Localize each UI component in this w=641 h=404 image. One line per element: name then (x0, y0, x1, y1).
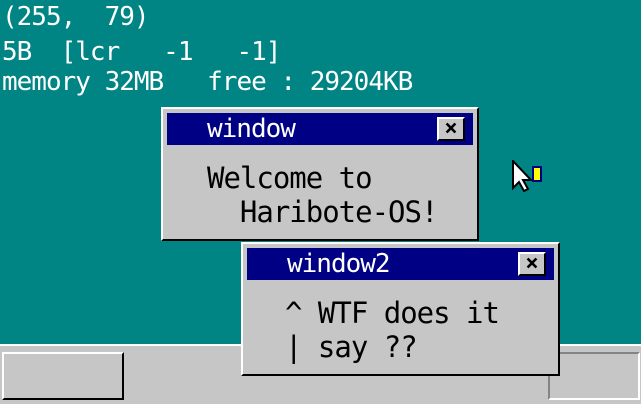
window-1-titlebar[interactable]: window × (167, 113, 473, 145)
window-1-line-2: Haribote-OS! (207, 195, 439, 229)
window-2-line-1: ^ WTF does it (285, 296, 500, 330)
window-2[interactable]: window2 × ^ WTF does it | say ?? (241, 242, 560, 376)
tray-area (548, 352, 640, 400)
window-2-titlebar[interactable]: window2 × (247, 248, 554, 280)
mouse-pointer-icon (512, 160, 542, 192)
window-2-title: window2 (287, 249, 391, 279)
window-2-close-button[interactable]: × (518, 252, 546, 276)
mouse-coords-readout: (255, 79) (2, 2, 150, 32)
window-1-title: window (207, 114, 296, 144)
mouse-state-readout: 5B [lcr -1 -1] (2, 37, 281, 67)
close-icon: × (525, 251, 539, 276)
start-button[interactable] (2, 352, 124, 400)
close-icon: × (444, 116, 458, 141)
window-1-close-button[interactable]: × (437, 117, 465, 141)
window-1[interactable]: window × Welcome to Haribote-OS! (161, 107, 479, 241)
memory-readout: memory 32MB free : 29204KB (2, 67, 413, 97)
window-1-line-1: Welcome to (207, 161, 373, 195)
window-2-line-2: | say ?? (285, 330, 418, 364)
